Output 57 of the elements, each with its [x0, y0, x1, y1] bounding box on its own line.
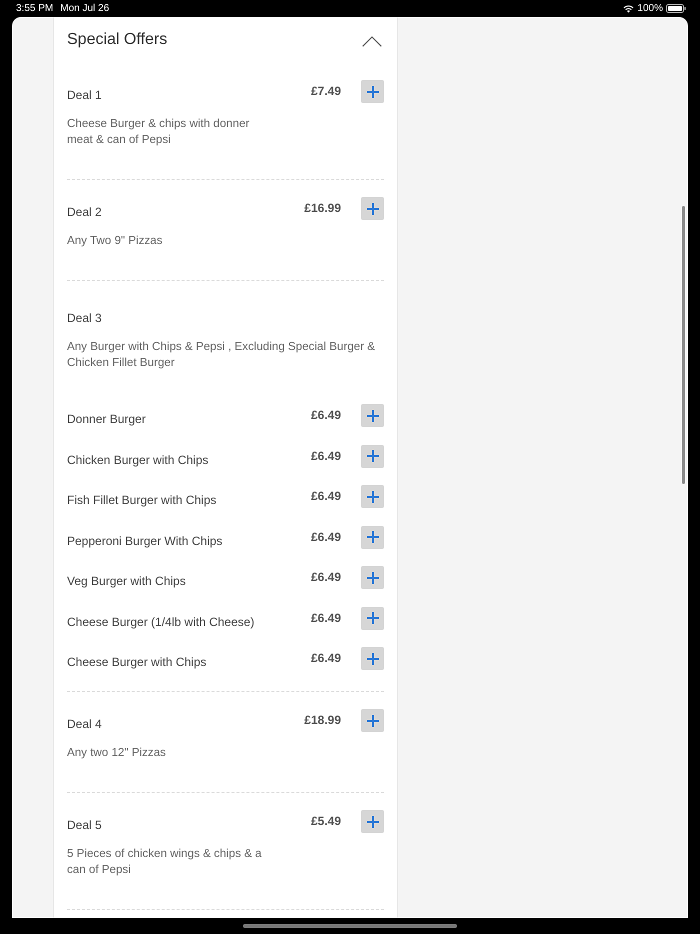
wifi-icon — [623, 4, 634, 12]
deal-title: Deal 4 — [67, 716, 102, 732]
deal-price: £7.49 — [310, 83, 341, 100]
deal-title: Deal 1 — [67, 87, 102, 103]
item-price: £6.49 — [310, 650, 341, 667]
item-price: £6.49 — [310, 569, 341, 586]
item-name: Chicken Burger with Chips — [67, 452, 208, 468]
add-button[interactable] — [361, 485, 384, 508]
plus-icon — [366, 410, 378, 422]
plus-icon — [366, 652, 378, 664]
plus-icon — [366, 612, 378, 624]
plus-icon — [366, 714, 378, 726]
deal-price: £18.99 — [304, 712, 341, 729]
item-price: £6.49 — [310, 407, 341, 424]
plus-icon — [366, 86, 378, 98]
plus-icon — [366, 531, 378, 543]
item-price: £6.49 — [310, 610, 341, 626]
item-price: £6.49 — [310, 488, 341, 505]
plus-icon — [366, 572, 378, 584]
add-button[interactable] — [361, 444, 384, 468]
battery-percentage: 100% — [637, 2, 663, 14]
add-button[interactable] — [361, 404, 384, 427]
deal-description: Any Burger with Chips & Pepsi , Excluding Special Burger & Chicken Fillet Burger — [67, 339, 376, 371]
item-name: Cheese Burger (1/4lb with Cheese) — [67, 614, 254, 630]
plus-icon — [366, 490, 378, 502]
item-price: £6.49 — [310, 528, 341, 546]
item-name: Pepperoni Burger With Chips — [67, 532, 222, 548]
add-button[interactable] — [361, 80, 384, 103]
deal-title: Deal 5 — [67, 817, 102, 833]
add-button[interactable] — [361, 566, 384, 589]
plus-icon — [366, 450, 378, 462]
deal-title: Deal 2 — [67, 204, 102, 220]
plus-icon — [366, 202, 378, 214]
add-button[interactable] — [361, 810, 384, 833]
deal-title: Deal 3 — [67, 310, 102, 326]
plus-icon — [366, 816, 378, 828]
add-button[interactable] — [361, 197, 384, 220]
deal-price: £16.99 — [304, 200, 341, 217]
item-name: Donner Burger — [67, 411, 146, 427]
section-title: Special Offers — [67, 30, 168, 50]
deal-description: Any two 12" Pizzas — [67, 745, 166, 761]
battery-icon — [666, 4, 686, 13]
chevron-up-icon[interactable] — [362, 36, 382, 46]
add-button[interactable] — [361, 647, 384, 670]
status-time: 3:55 PM — [16, 2, 54, 14]
item-price: £6.49 — [310, 448, 341, 464]
deal-description: Cheese Burger & chips with donner meat & can of Pepsi — [67, 116, 250, 148]
add-button[interactable] — [361, 709, 384, 732]
deal-price: £5.49 — [310, 813, 341, 830]
status-date: Mon Jul 26 — [60, 2, 110, 14]
add-button[interactable] — [361, 606, 384, 630]
item-name: Fish Fillet Burger with Chips — [67, 492, 216, 508]
deal-description: 5 Pieces of chicken wings & chips & a can of Pepsi — [67, 846, 263, 878]
deal-description: Any Two 9" Pizzas — [67, 233, 162, 249]
item-name: Veg Burger with Chips — [67, 573, 186, 589]
add-button[interactable] — [361, 526, 384, 548]
item-name: Cheese Burger with Chips — [67, 654, 206, 670]
